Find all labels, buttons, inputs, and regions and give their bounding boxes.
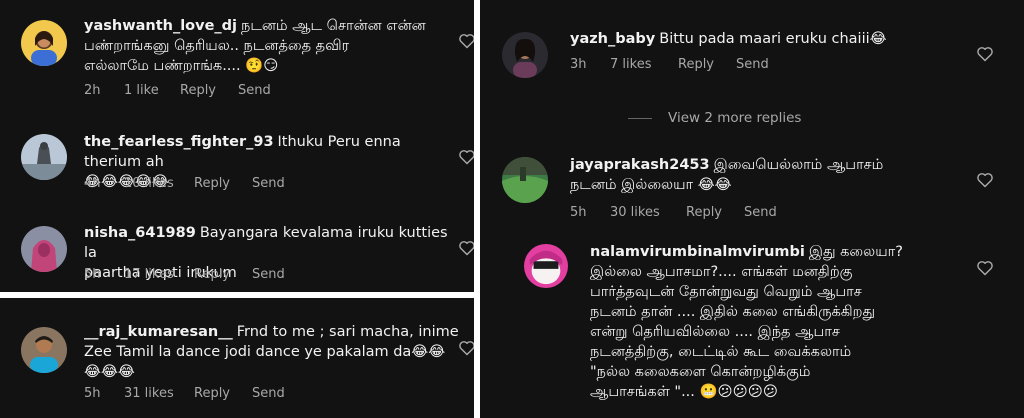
reply-button[interactable]: Reply [180, 83, 238, 99]
comment-meta: 5h 31 likes Reply Send [84, 386, 285, 402]
comment-meta: 2h 1 like Reply Send [84, 83, 271, 99]
send-button[interactable]: Send [736, 57, 769, 73]
reply-button[interactable]: Reply [194, 386, 252, 402]
send-button[interactable]: Send [252, 386, 285, 402]
comment-text: yazh_baby Bittu pada maari eruku chaiii😂 [570, 29, 970, 49]
comment-text: jayaprakash2453 இவையெல்லாம் ஆபாசம் நடனம் … [570, 155, 970, 195]
comment-item: nalamvirumbinalmvirumbi இது கலையா? இல்லை … [480, 236, 1024, 418]
comment-text: nalamvirumbinalmvirumbi இது கலையா? இல்லை … [590, 242, 990, 402]
likes-count[interactable]: 31 likes [124, 386, 194, 402]
comment-body-line: நடனம் தான் .... இதில் கலை எங்கிருக்கிறது [590, 304, 876, 320]
avatar-man-icon[interactable] [21, 327, 67, 373]
timestamp: 5h [570, 205, 587, 220]
heart-icon[interactable] [976, 172, 994, 188]
comment-item: __raj_kumaresan__ Frnd to me ; sari macha… [0, 298, 474, 418]
avatar-girl-yellow-icon[interactable] [21, 20, 67, 66]
heart-icon[interactable] [458, 149, 474, 165]
comment-body-line: இவையெல்லாம் ஆபாசம் [713, 157, 884, 173]
reply-button[interactable]: Reply [194, 176, 252, 192]
comment-text: yashwanth_love_dj நடனம் ஆட சொன்ன என்ன பண்… [84, 16, 444, 76]
comment-meta: 3h 7 likes Reply Send [570, 57, 769, 73]
comment-text: __raj_kumaresan__ Frnd to me ; sari macha… [84, 322, 464, 382]
avatar-woman-dark-icon[interactable] [502, 32, 548, 78]
reply-button[interactable]: Reply [194, 267, 252, 283]
timestamp: 5h [84, 267, 101, 282]
username[interactable]: jayaprakash2453 [570, 157, 710, 173]
timestamp: 4h [84, 176, 101, 191]
view-more-replies-button[interactable]: View 2 more replies [628, 110, 801, 126]
likes-count[interactable]: 10 likes [124, 176, 194, 192]
comment-body-line: 😂😂😂 [84, 364, 135, 380]
timestamp: 3h [570, 57, 587, 72]
comment-item: yashwanth_love_dj நடனம் ஆட சொன்ன என்ன பண்… [0, 0, 474, 104]
comment-item: jayaprakash2453 இவையெல்லாம் ஆபாசம் நடனம் … [480, 140, 1024, 236]
divider-line [628, 117, 652, 119]
comment-body-line: Bittu pada maari eruku chaiii😂 [659, 31, 887, 47]
likes-count[interactable]: 17 likes [124, 267, 194, 283]
comment-meta: 5h 30 likes Reply Send [570, 205, 777, 221]
timestamp: 5h [84, 386, 101, 401]
likes-count[interactable]: 30 likes [610, 205, 686, 221]
send-button[interactable]: Send [744, 205, 777, 221]
heart-icon[interactable] [976, 46, 994, 62]
comments-panel-right: yazh_baby Bittu pada maari eruku chaiii😂 … [480, 0, 1024, 418]
reply-button[interactable]: Reply [678, 57, 736, 73]
avatar-pink-masked-icon[interactable] [524, 244, 568, 288]
heart-icon[interactable] [458, 340, 474, 356]
view-more-label: View 2 more replies [668, 110, 802, 126]
username[interactable]: nisha_641989 [84, 225, 196, 241]
comments-panel-top-left: yashwanth_love_dj நடனம் ஆட சொன்ன என்ன பண்… [0, 0, 474, 292]
comment-body-line: நடனத்திற்கு, டைட்டில் கூட வைக்கலாம் [590, 344, 852, 360]
avatar-landscape-icon[interactable] [502, 157, 548, 203]
comment-body-line: பார்த்தவுடன் தோன்றுவது வெறும் ஆபாச [590, 284, 862, 300]
username[interactable]: __raj_kumaresan__ [84, 324, 233, 340]
comment-body-line: ஆபாசங்கள் "... 😬😕😕😕😕 [590, 384, 779, 400]
heart-icon[interactable] [458, 33, 474, 49]
comment-item: nisha_641989 Bayangara kevalama iruku kut… [0, 200, 474, 292]
comment-body-line: என்று தெரியவில்லை .... இந்த ஆபாச [590, 324, 840, 340]
comment-body-line: Zee Tamil la dance jodi dance ye pakalam… [84, 344, 446, 360]
send-button[interactable]: Send [252, 176, 285, 192]
username[interactable]: yashwanth_love_dj [84, 18, 237, 34]
comment-body-line: இல்லை ஆபாசமா?.... எங்கள் மனதிற்கு [590, 264, 853, 280]
comment-meta: 4h 10 likes Reply Send [84, 176, 285, 192]
username[interactable]: yazh_baby [570, 31, 655, 47]
reply-button[interactable]: Reply [686, 205, 744, 221]
comments-panel-bottom-left: __raj_kumaresan__ Frnd to me ; sari macha… [0, 298, 474, 418]
send-button[interactable]: Send [252, 267, 285, 283]
comment-body-line: இது கலையா? [808, 244, 903, 260]
comment-body-line: நடனம் ஆட சொன்ன என்ன [241, 18, 426, 34]
comment-body-line: "நல்ல கலைகளை கொன்றழிக்கும் [590, 364, 811, 380]
comment-meta: 5h 17 likes Reply Send [84, 267, 285, 283]
comment-body-line: பண்றாங்கனு தெரியல.. நடனத்தை தவிர [84, 38, 350, 54]
heart-icon[interactable] [458, 240, 474, 256]
likes-count[interactable]: 7 likes [610, 57, 678, 73]
send-button[interactable]: Send [238, 83, 271, 99]
comment-item: the_fearless_fighter_93 Ithuku Peru enna … [0, 104, 474, 200]
comment-item: yazh_baby Bittu pada maari eruku chaiii😂 … [480, 0, 1024, 100]
username[interactable]: nalamvirumbinalmvirumbi [590, 244, 805, 260]
likes-count[interactable]: 1 like [124, 83, 180, 99]
avatar-pink-hood-icon[interactable] [21, 226, 67, 272]
username[interactable]: the_fearless_fighter_93 [84, 134, 274, 150]
avatar-statue-icon[interactable] [21, 134, 67, 180]
comment-body-line: நடனம் இல்லையா 😂😂 [570, 177, 732, 193]
comment-body-line: எல்லாமே பண்றாங்க.... 🤨😏 [84, 58, 279, 74]
timestamp: 2h [84, 83, 101, 98]
comment-body-line: Frnd to me ; sari macha, inime [236, 324, 459, 340]
heart-icon[interactable] [976, 260, 994, 276]
